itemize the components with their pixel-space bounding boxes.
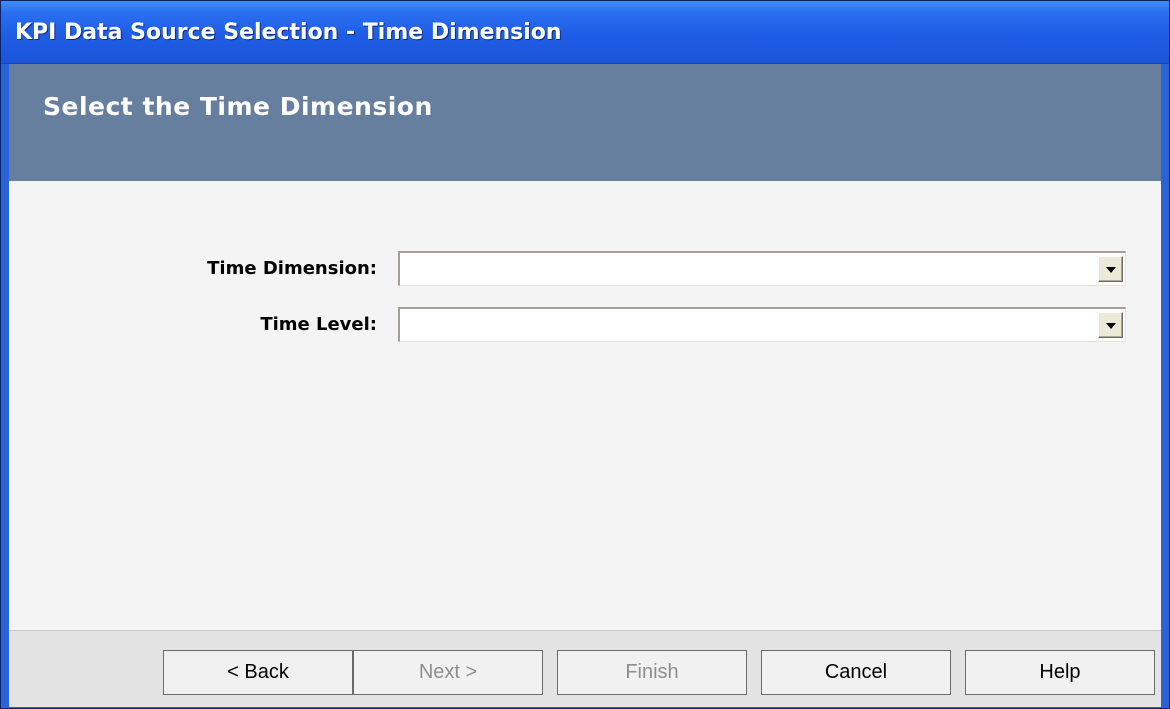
wizard-step-title: Select the Time Dimension: [43, 92, 433, 121]
dialog-body: Select the Time Dimension Time Dimension…: [9, 64, 1161, 707]
finish-button[interactable]: Finish: [557, 650, 747, 695]
chevron-down-icon: [1106, 267, 1116, 273]
time-dimension-dropdown-button[interactable]: [1098, 256, 1123, 282]
title-bar[interactable]: KPI Data Source Selection - Time Dimensi…: [1, 1, 1169, 64]
help-button[interactable]: Help: [965, 650, 1155, 695]
time-level-dropdown-button[interactable]: [1098, 312, 1123, 338]
chevron-down-icon: [1106, 323, 1116, 329]
time-dimension-dropdown[interactable]: [398, 251, 1126, 286]
dialog-window: KPI Data Source Selection - Time Dimensi…: [0, 0, 1170, 709]
back-button[interactable]: < Back: [163, 650, 353, 695]
next-button[interactable]: Next >: [353, 650, 543, 695]
time-level-label: Time Level:: [260, 314, 377, 335]
wizard-header: Select the Time Dimension: [9, 64, 1161, 181]
time-dimension-label: Time Dimension:: [207, 258, 377, 279]
cancel-button[interactable]: Cancel: [761, 650, 951, 695]
time-level-dropdown[interactable]: [398, 307, 1126, 342]
window-title: KPI Data Source Selection - Time Dimensi…: [15, 20, 562, 45]
wizard-button-bar: < Back Next > Finish Cancel Help: [9, 630, 1161, 707]
